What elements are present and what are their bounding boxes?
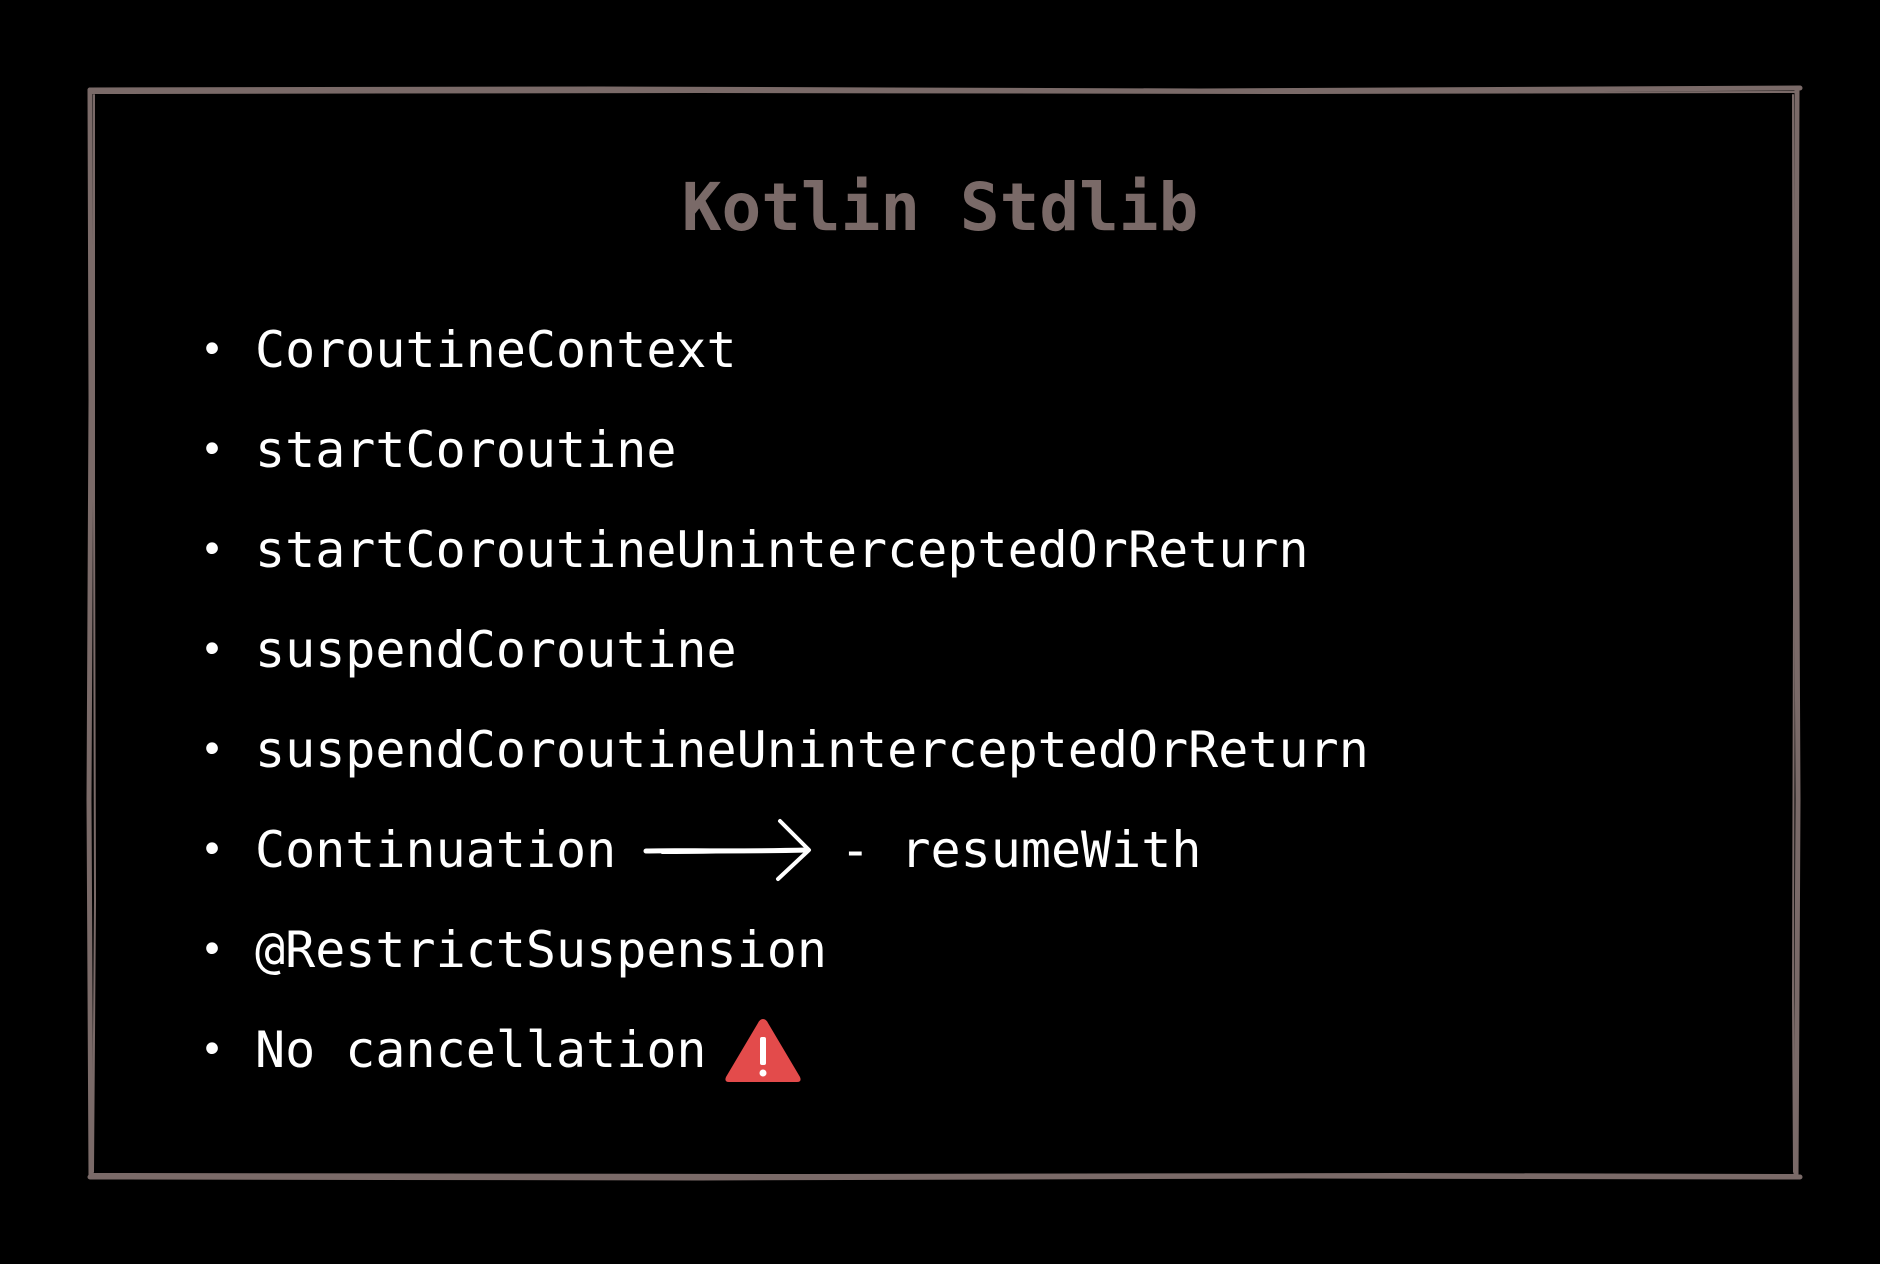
list-item: • suspendCoroutineUninterceptedOrReturn (200, 700, 1369, 800)
bullet-dot: • (200, 927, 225, 973)
item-text: Continuation (255, 821, 617, 879)
bullet-dot: • (200, 427, 225, 473)
bullet-dot: • (200, 627, 225, 673)
item-text: suspendCoroutine (255, 621, 737, 679)
item-text: No cancellation (255, 1021, 707, 1079)
list-item: • startCoroutine (200, 400, 1369, 500)
list-item: • @RestrictSuspension (200, 900, 1369, 1000)
bullet-dot: • (200, 727, 225, 773)
bullet-dot: • (200, 827, 225, 873)
slide-title: Kotlin Stdlib (681, 169, 1199, 246)
warning-icon (724, 1019, 801, 1082)
list-item: • No cancellation (200, 1000, 1369, 1100)
item-text: @RestrictSuspension (255, 921, 827, 979)
item-text: startCoroutine (255, 421, 677, 479)
list-item: • CoroutineContext (200, 300, 1369, 400)
list-item: • Continuation - resumeWith (200, 800, 1369, 900)
bullet-dot: • (200, 327, 225, 373)
bullet-list: • CoroutineContext • startCoroutine • st… (200, 300, 1369, 1100)
right-arrow-icon (643, 819, 812, 881)
item-suffix: - resumeWith (840, 821, 1202, 879)
item-text: CoroutineContext (255, 321, 737, 379)
list-item: • startCoroutineUninterceptedOrReturn (200, 500, 1369, 600)
bullet-dot: • (200, 1027, 225, 1073)
bullet-dot: • (200, 527, 225, 573)
item-text: startCoroutineUninterceptedOrReturn (255, 521, 1309, 579)
item-text: suspendCoroutineUninterceptedOrReturn (255, 721, 1369, 779)
list-item: • suspendCoroutine (200, 600, 1369, 700)
